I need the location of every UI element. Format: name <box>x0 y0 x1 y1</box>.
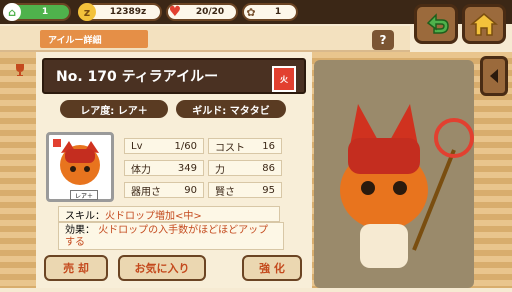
stat-hp: 体力 349 <box>124 160 204 176</box>
cat-portrait-icon <box>53 139 100 185</box>
character-panel <box>314 60 474 288</box>
coins-chip: z 12389z <box>78 3 162 21</box>
page-title: アイルー詳細 <box>40 30 148 48</box>
cat-character-icon <box>340 104 474 268</box>
stat-label: 賢さ <box>215 186 235 198</box>
effect-box: 効果： 火ドロップの入手数がほどほどアップする <box>58 222 284 250</box>
stat-cost: コスト 16 <box>208 138 282 154</box>
stat-label: コスト <box>215 142 245 154</box>
help-button[interactable]: ? <box>372 30 394 50</box>
stat-value: 349 <box>177 162 197 174</box>
element-badge-icon: 火 <box>272 66 296 92</box>
skill-prefix: スキル： <box>65 210 105 222</box>
prev-button[interactable] <box>480 56 508 96</box>
paw-value: 1 <box>274 7 282 17</box>
enhance-button[interactable]: 強 化 <box>242 255 302 281</box>
stat-value: 86 <box>262 162 275 174</box>
stat-wisdom: 賢さ 95 <box>208 182 282 198</box>
guild-pill: ギルド: マタタビ <box>176 100 286 118</box>
stat-power: 力 86 <box>208 160 282 176</box>
effect-text: 火ドロップの入手数がほどほどアップする <box>65 225 269 248</box>
stat-value: 90 <box>184 184 197 196</box>
hp-value: 20/20 <box>195 7 225 17</box>
stat-label: 器用さ <box>131 186 161 198</box>
skill-row: スキル： 火ドロップ増加<中> <box>58 206 280 222</box>
home-icon <box>470 13 498 36</box>
stat-label: 力 <box>215 164 225 176</box>
monster-name-bar: No. 170 ティラアイルー 火 <box>42 58 306 94</box>
stat-level: Lv 1/60 <box>124 138 204 154</box>
rarity-pill: レア度: レア＋ <box>60 100 168 118</box>
hp-chip: ♥ 20/20 <box>166 3 238 21</box>
stat-label: Lv <box>131 140 143 152</box>
stat-dexterity: 器用さ 90 <box>124 182 204 198</box>
stat-value: 16 <box>262 140 275 152</box>
sell-button[interactable]: 売 却 <box>44 255 108 281</box>
stat-value: 1/60 <box>174 140 197 152</box>
heart-icon: ♥ <box>168 4 182 20</box>
left-wood-strip <box>0 52 36 288</box>
chevron-left-icon <box>490 69 498 83</box>
effect-label: 効果： <box>65 225 95 236</box>
paw-icon: ✿ <box>246 5 256 19</box>
favorite-button[interactable]: お気に入り <box>118 255 206 281</box>
skill-name: 火ドロップ増加<中> <box>105 210 202 222</box>
stat-value: 95 <box>262 184 275 196</box>
house-icon: ⌂ <box>3 3 21 21</box>
monster-name: No. 170 ティラアイルー <box>56 69 219 85</box>
rank-value: 1 <box>41 7 49 17</box>
home-button[interactable] <box>462 4 506 44</box>
trophy-icon <box>14 62 26 76</box>
paw-chip: ✿ 1 <box>242 3 298 21</box>
coins-value: 12389z <box>109 7 147 17</box>
return-arrow-icon <box>426 13 449 34</box>
rarity-tag: レア＋ <box>70 190 98 200</box>
coin-icon: z <box>78 3 96 21</box>
back-button[interactable] <box>414 4 458 44</box>
stat-label: 体力 <box>131 164 151 176</box>
rank-chip: ⌂ 1 <box>3 3 71 21</box>
